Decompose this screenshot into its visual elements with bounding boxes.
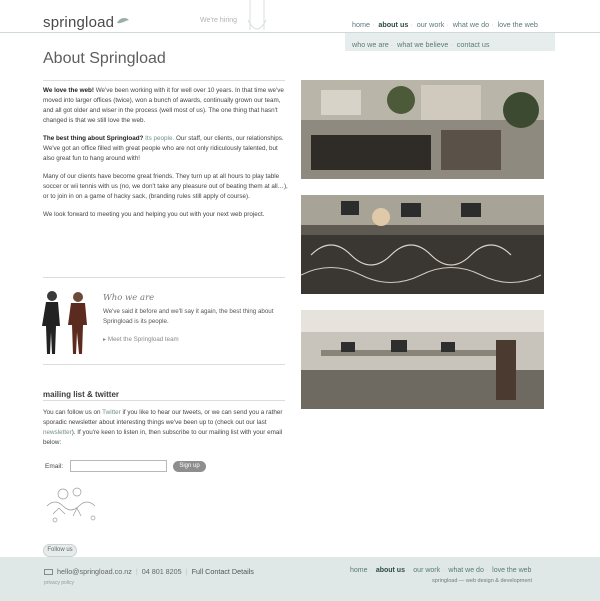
subnav-what-we-believe[interactable]: what we believe [397, 40, 448, 49]
page-title: About Springload [43, 50, 166, 67]
primary-nav: home · about us · our work · what we do · lo… [352, 20, 538, 29]
divider [43, 80, 285, 81]
intro-paragraph-4: We look forward to meeting you and helpi… [43, 211, 265, 218]
email-label: Email: [45, 463, 64, 470]
footer-nav-what-we-do[interactable]: what we do [448, 567, 483, 574]
footer-contact: hello@springload.co.nz | 04 801 8205 | F… [44, 567, 254, 576]
office-photo-lounge [301, 80, 544, 179]
who-we-are-text: We've said it before and we'll say it ag… [103, 308, 274, 325]
mailing-text: You can follow us on Twitter if you like… [43, 408, 289, 448]
twitter-link[interactable]: Twitter [102, 409, 121, 416]
hiring-tagline[interactable]: We're hiring [200, 17, 237, 24]
subnav-contact-us[interactable]: contact us [457, 40, 490, 49]
meet-team-link[interactable]: ▸ Meet the Springload team [103, 336, 179, 343]
mailing-text-3: ). If you're keen to listen in, then sub… [43, 429, 283, 446]
intro-lead-2: The best thing about Springload? [43, 135, 144, 142]
intro-paragraph-2: The best thing about Springload? Its peo… [43, 134, 289, 164]
envelope-icon [44, 569, 53, 575]
meet-team-label: Meet the Springload team [107, 336, 179, 343]
footer-nav-love-the-web[interactable]: love the web [492, 567, 531, 574]
its-people-link[interactable]: Its people. [145, 135, 174, 142]
secondary-nav: who we are · what we believe · contact us [352, 40, 490, 49]
footer-nav-our-work[interactable]: our work [413, 567, 440, 574]
intro-paragraph-3: Many of our clients have become great fr… [43, 173, 288, 200]
who-we-are-heading: Who we are [103, 293, 155, 303]
divider [43, 400, 285, 401]
site-logo[interactable]: springload [43, 14, 114, 31]
nav-about-us[interactable]: about us [378, 20, 408, 29]
doodle-illustration [46, 487, 96, 523]
footer-nav-home[interactable]: home [350, 567, 368, 574]
nav-love-the-web[interactable]: love the web [497, 20, 537, 29]
signup-button[interactable]: Sign up [173, 461, 206, 472]
footer-email-link[interactable]: hello@springload.co.nz [57, 567, 132, 576]
footer-tagline: springload — web design & development [432, 578, 532, 584]
divider [43, 364, 285, 365]
nav-our-work[interactable]: our work [417, 20, 445, 29]
intro-copy: We love the web! We've been working with… [43, 86, 289, 228]
divider [43, 277, 285, 278]
footer-nav: home · about us · our work · what we do · lo… [350, 567, 532, 574]
subnav-who-we-are[interactable]: who we are [352, 40, 389, 49]
office-photo-workspace [301, 310, 544, 409]
mailing-text-1: You can follow us on [43, 409, 103, 416]
nav-home[interactable]: home [352, 20, 370, 29]
email-field[interactable] [70, 460, 167, 472]
nav-what-we-do[interactable]: what we do [453, 20, 489, 29]
leaf-logo-icon [117, 18, 129, 24]
newsletter-link[interactable]: newsletter [43, 429, 72, 436]
hanging-figure-illustration [247, 0, 267, 30]
footer-nav-about-us[interactable]: about us [376, 567, 405, 574]
intro-lead-1: We love the web! [43, 87, 94, 94]
office-photo-reception [301, 195, 544, 294]
full-contact-link[interactable]: Full Contact Details [192, 567, 254, 576]
follow-us-button[interactable]: Follow us [43, 544, 77, 557]
mailing-list-heading: mailing list & twitter [43, 390, 120, 399]
team-photo [42, 291, 87, 354]
footer-phone: 04 801 8205 [141, 567, 182, 576]
privacy-policy-link[interactable]: privacy policy [44, 580, 74, 586]
intro-paragraph-1: We love the web! We've been working with… [43, 86, 289, 126]
